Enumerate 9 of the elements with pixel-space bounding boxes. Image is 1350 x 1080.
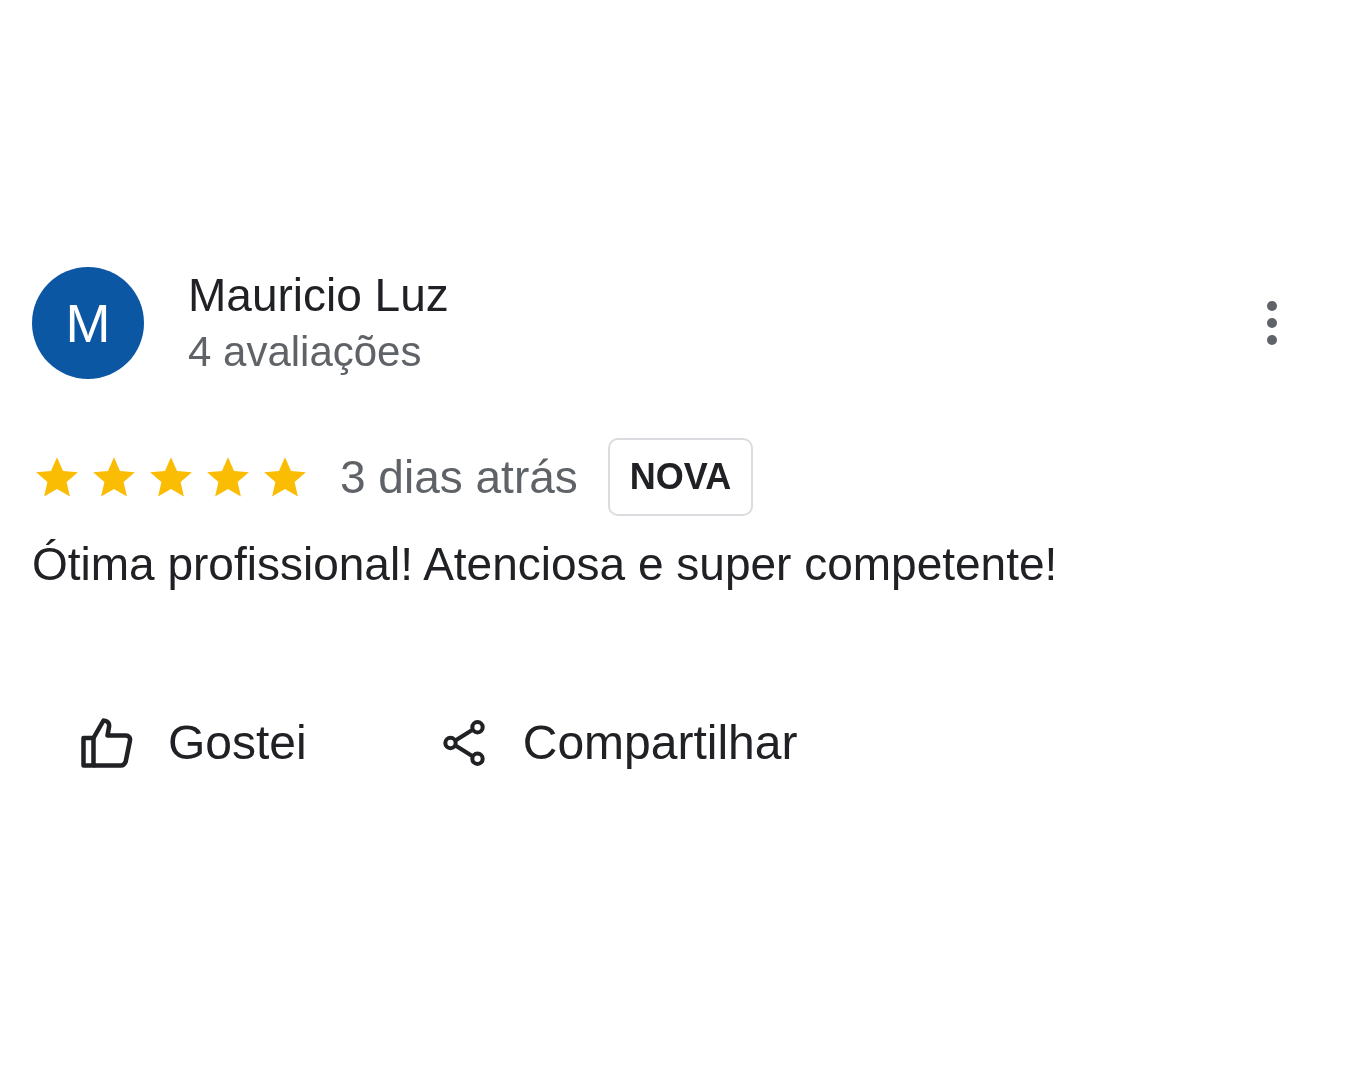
- new-badge: NOVA: [607, 438, 754, 516]
- share-button[interactable]: Compartilhar: [436, 707, 798, 779]
- like-button[interactable]: Gostei: [76, 707, 307, 779]
- avatar: M: [32, 267, 144, 379]
- reviews-count: 4 avaliações: [188, 327, 423, 377]
- author-name[interactable]: Mauricio Luz: [188, 266, 449, 324]
- review-time: 3 dias atrás: [340, 449, 578, 505]
- review-text: Ótima profissional! Atenciosa e super competente!: [32, 537, 1059, 592]
- more-vertical-icon: [1266, 300, 1278, 346]
